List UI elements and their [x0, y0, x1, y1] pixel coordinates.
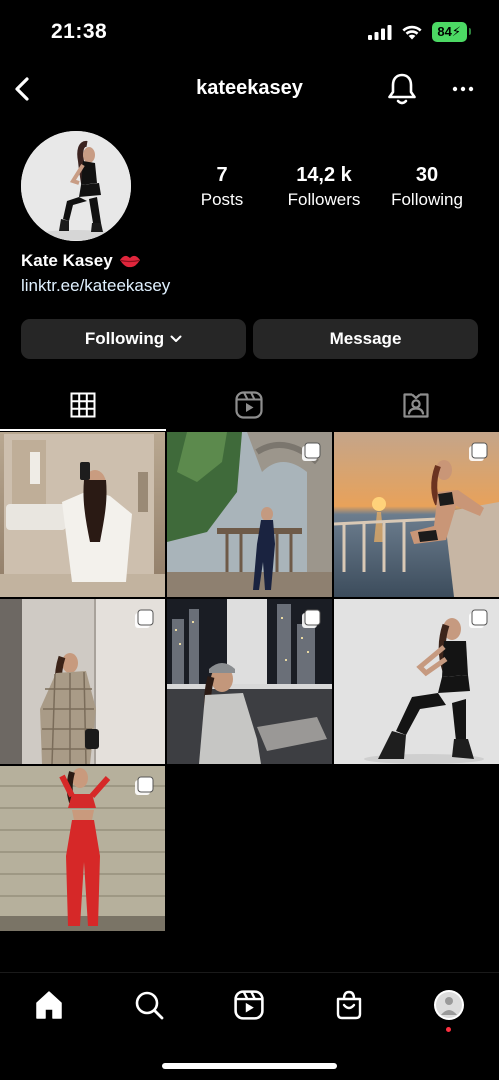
battery-indicator: 84⚡ [432, 22, 471, 42]
battery-level: 84 [437, 24, 452, 39]
multiple-photos-icon [135, 609, 154, 628]
tab-tagged[interactable] [333, 380, 499, 430]
shop-icon [336, 990, 362, 1020]
multiple-photos-icon [135, 776, 154, 795]
notification-dot [446, 1027, 451, 1032]
followers-label: Followers [287, 190, 361, 209]
home-indicator[interactable] [162, 1063, 337, 1069]
tab-reels[interactable] [166, 380, 332, 430]
status-icons: 84⚡ [368, 22, 471, 42]
following-label: Following [391, 190, 463, 209]
post-thumbnail[interactable] [0, 599, 165, 764]
nav-search[interactable] [129, 985, 169, 1025]
wifi-icon [402, 25, 422, 40]
post-thumbnail[interactable] [167, 432, 332, 597]
bell-icon [388, 73, 416, 105]
home-icon [36, 991, 62, 1019]
following-button-label: Following [84, 329, 165, 348]
status-bar: 21:38 84⚡ [0, 0, 499, 66]
post-image [0, 432, 165, 597]
nav-profile[interactable] [429, 985, 469, 1025]
message-button-label: Message [329, 329, 402, 348]
nav-home[interactable] [29, 985, 69, 1025]
active-tab-indicator [0, 429, 166, 431]
multiple-photos-icon [469, 442, 488, 461]
post-thumbnail[interactable] [0, 432, 165, 597]
message-button[interactable]: Message [253, 319, 478, 359]
tab-grid[interactable] [0, 380, 166, 430]
following-count: 30 [415, 164, 439, 186]
nav-shop[interactable] [329, 985, 369, 1025]
following-button[interactable]: Following [21, 319, 246, 359]
multiple-photos-icon [469, 609, 488, 628]
stat-following[interactable]: 30 Following [367, 164, 487, 210]
nav-reels[interactable] [229, 985, 269, 1025]
charging-icon: ⚡ [451, 24, 461, 39]
post-thumbnail[interactable] [334, 599, 499, 764]
lips-emoji-icon [119, 255, 140, 268]
profile-avatar-icon [434, 990, 464, 1020]
multiple-photos-icon [302, 609, 321, 628]
post-thumbnail[interactable] [334, 432, 499, 597]
profile-avatar[interactable] [21, 131, 131, 241]
reels-icon [234, 990, 264, 1020]
tagged-icon [403, 393, 429, 418]
bio-link[interactable]: linktr.ee/kateekasey [21, 276, 170, 296]
multiple-photos-icon [302, 442, 321, 461]
post-thumbnail[interactable] [0, 766, 165, 931]
reels-icon [235, 391, 263, 419]
status-time: 21:38 [51, 20, 108, 43]
profile-name-text: Kate Kasey [21, 251, 113, 270]
more-dots-icon [452, 86, 474, 92]
avatar-photo [21, 131, 131, 241]
post-thumbnail[interactable] [167, 599, 332, 764]
profile-name: Kate Kasey [21, 251, 141, 271]
grid-icon [70, 392, 96, 418]
bottom-nav [0, 972, 499, 1042]
profile-tabs [0, 380, 499, 430]
chevron-down-icon [170, 335, 182, 342]
search-icon [135, 991, 164, 1020]
stat-followers[interactable]: 14,2 k Followers [264, 164, 384, 210]
signal-icon [368, 25, 392, 40]
more-options-button[interactable] [448, 76, 478, 102]
page-title-username: kateekasey [196, 77, 303, 99]
notifications-button[interactable] [386, 71, 418, 107]
top-nav: kateekasey [0, 66, 499, 112]
followers-count: 14,2 k [296, 164, 352, 186]
